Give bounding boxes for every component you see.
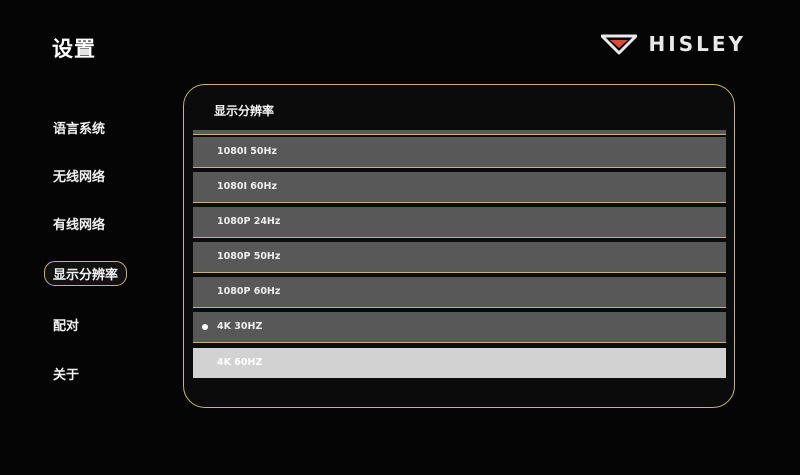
resolution-option-1080i-60hz[interactable]: 1080I 60Hz <box>193 172 726 203</box>
list-divider <box>193 130 726 135</box>
resolution-option-4k-60hz[interactable]: 4K 60HZ <box>193 348 726 378</box>
sidebar-item-language[interactable]: 语言系统 <box>53 118 105 137</box>
resolution-option-1080p-60hz[interactable]: 1080P 60Hz <box>193 277 726 308</box>
option-label: 1080P 24Hz <box>217 216 281 227</box>
brand-name: HISLEY <box>648 32 746 56</box>
sidebar-item-pairing[interactable]: 配对 <box>53 315 79 334</box>
sidebar-item-resolution[interactable]: 显示分辨率 <box>44 261 128 286</box>
sidebar-item-about[interactable]: 关于 <box>53 364 79 383</box>
option-label: 1080I 60Hz <box>217 181 277 192</box>
settings-screen: 设置 HISLEY 语言系统 无线网络 有线网络 显示分辨率 配对 关于 显示分… <box>0 0 800 475</box>
resolution-option-4k-30hz[interactable]: 4K 30HZ <box>193 312 726 343</box>
panel-title: 显示分辨率 <box>214 104 275 118</box>
hisley-chevron-logo-icon <box>600 33 637 55</box>
option-label: 4K 30HZ <box>217 321 263 332</box>
option-label: 1080P 60Hz <box>217 286 281 297</box>
sidebar-item-wired[interactable]: 有线网络 <box>53 214 105 233</box>
option-label: 1080P 50Hz <box>217 251 281 262</box>
option-label: 4K 60HZ <box>217 357 263 368</box>
resolution-option-1080i-50hz[interactable]: 1080I 50Hz <box>193 137 726 168</box>
option-label: 1080I 50Hz <box>217 146 277 157</box>
resolution-option-1080p-24hz[interactable]: 1080P 24Hz <box>193 207 726 238</box>
resolution-panel: 显示分辨率 1080I 50Hz 1080I 60Hz 1080P 24Hz 1… <box>183 84 735 408</box>
selected-dot-icon <box>202 324 208 330</box>
sidebar-item-wireless[interactable]: 无线网络 <box>53 166 105 185</box>
resolution-option-1080p-50hz[interactable]: 1080P 50Hz <box>193 242 726 273</box>
brand: HISLEY <box>600 32 746 56</box>
page-title: 设置 <box>52 37 96 61</box>
